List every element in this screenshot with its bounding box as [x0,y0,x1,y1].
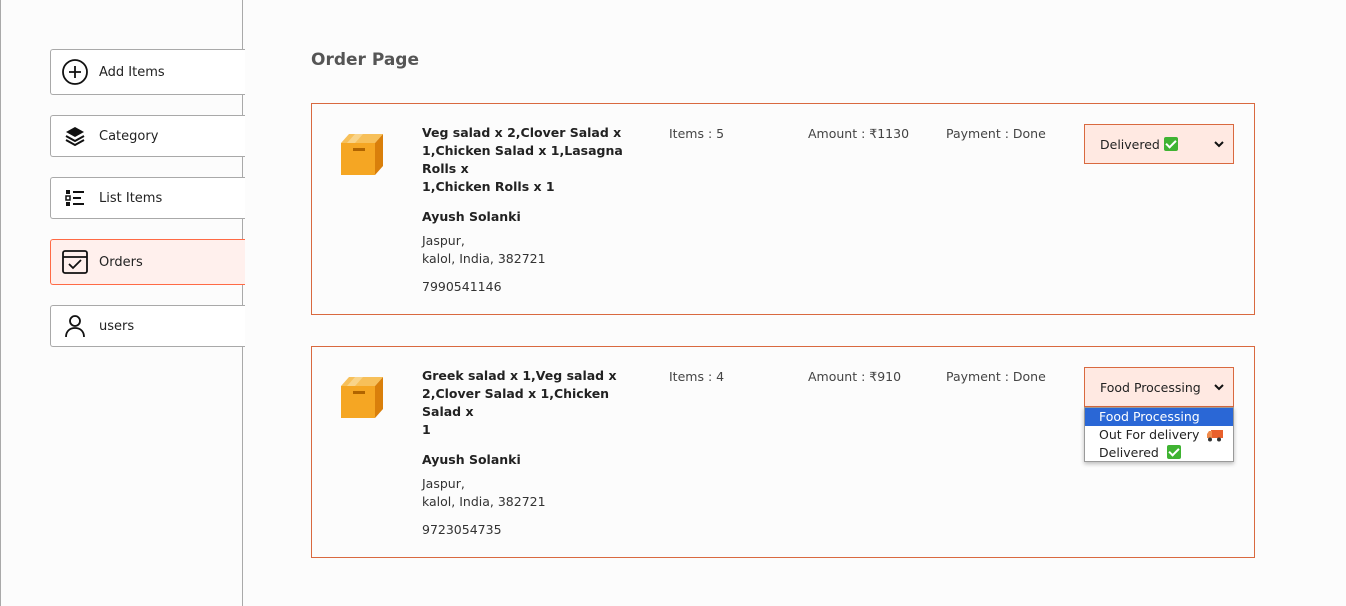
parcel-box-icon [337,372,387,422]
sidebar: Add Items Category List Items Orders use… [0,0,245,606]
payment-status: Payment : Done [946,369,1046,384]
status-select-value: Food Processing [1100,379,1201,395]
order-items: Greek salad x 1,Veg salad x 2,Clover Sal… [422,367,647,439]
option-label: Food Processing [1099,409,1200,424]
item-count: Items : 4 [669,369,725,384]
order-items-line: 1,Chicken Rolls x 1 [422,179,555,194]
address-line: kalol, India, 382721 [422,494,546,509]
sidebar-item-label: Category [99,128,159,144]
phone-number: 7990541146 [422,279,502,294]
check-mark-icon [1163,137,1178,151]
customer-name: Ayush Solanki [422,452,521,467]
sidebar-item-orders[interactable]: Orders [50,239,245,285]
sidebar-item-label: Orders [99,254,143,270]
sidebar-item-users[interactable]: users [50,305,245,347]
address-line: kalol, India, 382721 [422,251,546,266]
order-items: Veg salad x 2,Clover Salad x 1,Chicken S… [422,124,647,196]
chevron-down-icon [1213,381,1225,396]
truck-icon [1206,429,1224,447]
page-title: Order Page [311,50,420,70]
payment-status: Payment : Done [946,126,1046,141]
order-items-line: 1 [422,422,431,437]
order-card: Veg salad x 2,Clover Salad x 1,Chicken S… [311,103,1255,315]
parcel-box-icon [337,129,387,179]
sidebar-item-category[interactable]: Category [50,115,245,157]
address-line: Jaspur, [422,476,465,491]
item-count: Items : 5 [669,126,725,141]
order-items-line: Greek salad x 1,Veg salad x [422,368,617,383]
phone-number: 9723054735 [422,522,502,537]
order-amount: Amount : ₹1130 [808,126,910,141]
status-dropdown-list: Food Processing Out For delivery Deliver… [1084,407,1234,462]
address-line: Jaspur, [422,233,465,248]
plus-circle-icon [61,58,89,86]
order-items-line: Veg salad x 2,Clover Salad x [422,125,622,140]
status-select[interactable]: Delivered [1084,124,1234,164]
status-option-out-for-delivery[interactable]: Out For delivery [1085,426,1233,444]
status-select[interactable]: Food Processing [1084,367,1234,407]
order-items-line: 2,Clover Salad x 1,Chicken Salad x [422,386,610,419]
sidebar-item-add-items[interactable]: Add Items [50,49,245,95]
order-amount: Amount : ₹910 [808,369,902,384]
list-icon [61,184,89,212]
sidebar-item-label: Add Items [99,64,165,80]
sidebar-item-label: List Items [99,190,163,206]
status-option-food-processing[interactable]: Food Processing [1085,408,1233,426]
order-items-line: 1,Chicken Salad x 1,Lasagna Rolls x [422,143,623,176]
option-label: Out For delivery [1099,427,1200,442]
customer-name: Ayush Solanki [422,209,521,224]
option-label: Delivered [1099,445,1159,460]
user-icon [61,312,89,340]
sidebar-item-list-items[interactable]: List Items [50,177,245,219]
layers-icon [61,122,89,150]
orders-check-icon [61,248,89,276]
check-mark-icon [1166,445,1181,459]
status-select-value: Delivered [1100,136,1160,152]
sidebar-item-label: users [99,318,135,334]
chevron-down-icon [1213,138,1225,153]
